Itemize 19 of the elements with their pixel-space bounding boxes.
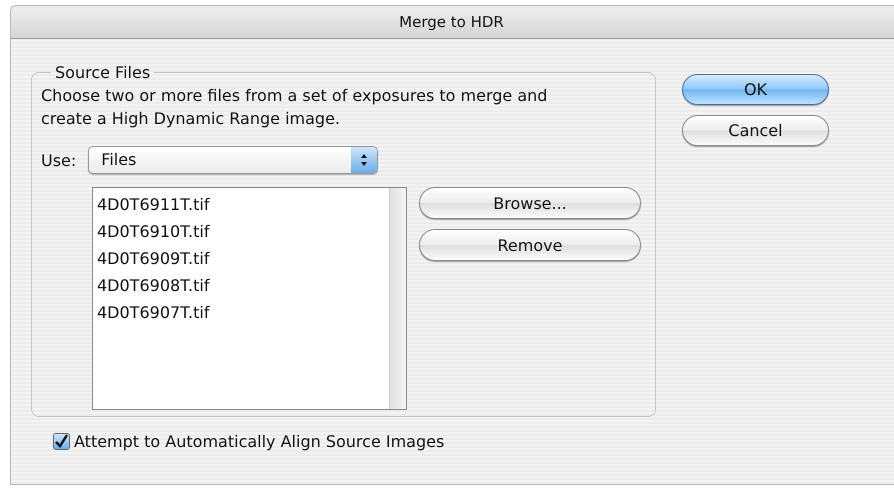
file-item[interactable]: 4D0T6907T.tif [97,299,389,326]
file-item[interactable]: 4D0T6910T.tif [97,218,389,245]
file-item[interactable]: 4D0T6908T.tif [97,272,389,299]
use-label: Use: [41,150,76,170]
checkmark-icon [54,434,69,449]
checkbox-label: Attempt to Automatically Align Source Images [74,432,444,451]
ok-button[interactable]: OK [682,74,829,105]
scrollbar-track[interactable] [389,188,406,409]
use-dropdown[interactable]: Files [88,146,378,174]
file-item[interactable]: 4D0T6911T.tif [97,191,389,218]
align-checkbox[interactable] [53,433,70,450]
group-legend: Source Files [51,63,154,82]
description-text: Choose two or more files from a set of exposures to merge and create a High Dynamic Range image. [41,85,548,130]
file-action-button[interactable]: Browse... [419,187,641,219]
file-action-button[interactable]: Remove [419,229,641,261]
file-item[interactable]: 4D0T6909T.tif [97,245,389,272]
stepper-icon [360,153,368,167]
cancel-button[interactable]: Cancel [682,115,829,146]
window-title: Merge to HDR [399,13,504,31]
